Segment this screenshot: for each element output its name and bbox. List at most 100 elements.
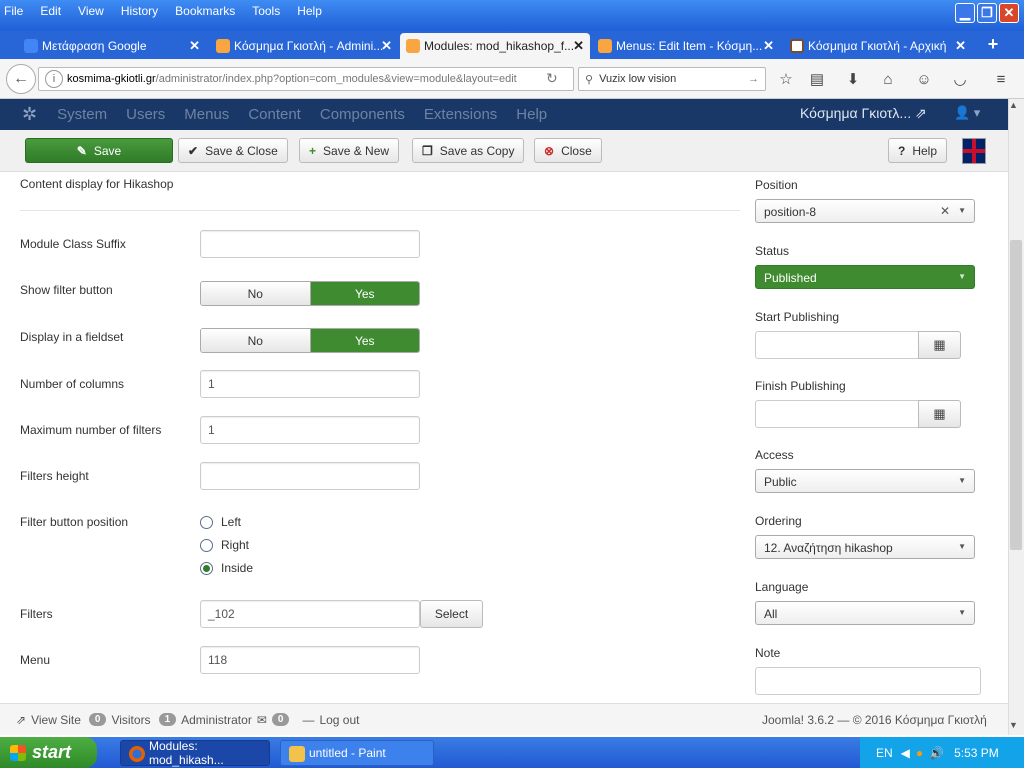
columns-input[interactable]: 1 xyxy=(200,370,420,398)
menu-input[interactable]: 118 xyxy=(200,646,420,674)
status-select[interactable]: Published ▼ xyxy=(755,265,975,289)
admin-menu-content[interactable]: Content xyxy=(248,106,301,123)
scrollbar-thumb[interactable] xyxy=(1010,240,1022,550)
administrator-link[interactable]: 1 Administrator xyxy=(158,713,252,727)
max-filters-input[interactable]: 1 xyxy=(200,416,420,444)
fieldset-no[interactable]: No xyxy=(201,329,311,352)
ordering-select[interactable]: 12. Αναζήτηση hikashop ▼ xyxy=(755,535,975,559)
visitors-link[interactable]: 0 Visitors xyxy=(88,713,151,727)
access-select[interactable]: Public ▼ xyxy=(755,469,975,493)
tab-site-home[interactable]: Κόσμημα Γκιοτλή - Αρχική ✕ xyxy=(784,33,972,59)
finish-publishing-input[interactable] xyxy=(755,400,920,428)
filters-select-button[interactable]: Select xyxy=(420,600,483,628)
start-button[interactable]: start xyxy=(0,737,97,768)
language-flag-icon[interactable] xyxy=(962,138,986,164)
download-icon[interactable]: ⬇ xyxy=(842,68,864,90)
emoji-icon[interactable]: ☺ xyxy=(913,68,935,90)
tab-admin[interactable]: Κόσμημα Γκιοτλή - Admini... ✕ xyxy=(210,33,398,59)
site-name-link[interactable]: Κόσμημα Γκιοτλ... ⇗ xyxy=(800,105,927,122)
close-icon[interactable]: ✕ xyxy=(189,38,200,54)
button-position-label: Filter button position xyxy=(20,515,129,529)
help-button[interactable]: ? Help xyxy=(888,138,948,163)
save-new-button[interactable]: + Save & New xyxy=(299,138,400,163)
search-go-icon[interactable]: → xyxy=(748,73,759,85)
menu-help[interactable]: Help xyxy=(297,4,322,18)
radio-inside[interactable]: Inside xyxy=(200,561,253,575)
new-tab-button[interactable]: + xyxy=(982,31,1004,57)
show-filter-no[interactable]: No xyxy=(201,282,311,305)
bookmark-star-icon[interactable]: ☆ xyxy=(775,68,797,90)
calendar-icon[interactable]: ▦ xyxy=(918,331,961,359)
info-icon[interactable]: i xyxy=(45,70,63,88)
close-icon[interactable]: ✕ xyxy=(955,38,966,54)
pocket-icon[interactable]: ◡ xyxy=(949,68,971,90)
taskbar-paint[interactable]: untitled - Paint xyxy=(280,740,434,766)
chevron-down-icon: ▼ xyxy=(958,542,966,551)
calendar-icon[interactable]: ▦ xyxy=(918,400,961,428)
close-icon[interactable]: ✕ xyxy=(573,38,584,54)
menu-file[interactable]: File xyxy=(4,4,23,18)
radio-right[interactable]: Right xyxy=(200,538,249,552)
close-icon[interactable]: ✕ xyxy=(381,38,392,54)
position-select[interactable]: position-8 ✕ ▼ xyxy=(755,199,975,223)
radio-circle-checked[interactable] xyxy=(200,561,213,575)
language-select[interactable]: All ▼ xyxy=(755,601,975,625)
taskbar-firefox[interactable]: Modules: mod_hikash... xyxy=(120,739,270,767)
fieldset-yes[interactable]: Yes xyxy=(310,329,419,352)
radio-circle[interactable] xyxy=(200,538,213,552)
home-icon[interactable]: ⌂ xyxy=(877,68,899,90)
filters-input[interactable]: _102 xyxy=(200,600,420,628)
menu-history[interactable]: History xyxy=(121,4,158,18)
filters-height-input[interactable] xyxy=(200,462,420,490)
status-label: Status xyxy=(755,244,790,258)
admin-menu-users[interactable]: Users xyxy=(126,106,165,123)
tab-modules-active[interactable]: Modules: mod_hikashop_f... ✕ xyxy=(400,33,590,59)
show-filter-yes[interactable]: Yes xyxy=(310,282,419,305)
tab-google-translate[interactable]: Μετάφραση Google ✕ xyxy=(18,33,206,59)
tray-app-icon[interactable]: ● xyxy=(916,746,923,760)
user-menu-icon[interactable]: 👤 ▾ xyxy=(954,105,980,121)
radio-left[interactable]: Left xyxy=(200,515,241,529)
close-button[interactable]: ⊗ Close xyxy=(534,138,602,163)
save-button[interactable]: ✎ Save xyxy=(25,138,173,163)
scroll-up-icon[interactable]: ▲ xyxy=(1009,100,1018,110)
admin-menu-system[interactable]: System xyxy=(57,106,107,123)
joomla-logo-icon[interactable]: ✲ xyxy=(22,104,37,125)
class-suffix-input[interactable] xyxy=(200,230,420,258)
start-publishing-label: Start Publishing xyxy=(755,310,840,324)
start-publishing-input[interactable] xyxy=(755,331,920,359)
reload-icon[interactable]: ↻ xyxy=(546,70,558,87)
clear-icon[interactable]: ✕ xyxy=(940,204,950,218)
window-close-button[interactable]: ✕ xyxy=(999,3,1019,23)
radio-circle[interactable] xyxy=(200,515,213,529)
position-label: Position xyxy=(755,178,798,192)
volume-icon[interactable]: 🔊 xyxy=(929,746,944,760)
max-filters-label: Maximum number of filters xyxy=(20,423,162,437)
language-indicator[interactable]: EN xyxy=(876,746,893,760)
menu-tools[interactable]: Tools xyxy=(252,4,280,18)
url-bar[interactable]: i kosmima-gkiotli.gr/administrator/index… xyxy=(38,67,574,91)
messages-link[interactable]: ✉ 0 xyxy=(257,713,295,727)
scroll-down-icon[interactable]: ▼ xyxy=(1009,720,1018,730)
admin-menu-menus[interactable]: Menus xyxy=(184,106,229,123)
save-close-button[interactable]: ✔ Save & Close xyxy=(178,138,288,163)
tab-menus-edit[interactable]: Menus: Edit Item - Κόσμη... ✕ xyxy=(592,33,780,59)
search-bar[interactable]: ⚲ Vuzix low vision → xyxy=(578,67,766,91)
maximize-button[interactable]: ❐ xyxy=(977,3,997,23)
note-input[interactable] xyxy=(755,667,981,695)
admin-menu-extensions[interactable]: Extensions xyxy=(424,106,497,123)
tray-arrow-icon[interactable]: ◀ xyxy=(901,746,910,760)
logout-link[interactable]: — Log out xyxy=(302,713,359,727)
view-site-link[interactable]: ⇗ View Site xyxy=(16,713,81,727)
menu-view[interactable]: View xyxy=(78,4,104,18)
close-icon[interactable]: ✕ xyxy=(763,38,774,54)
menu-edit[interactable]: Edit xyxy=(40,4,61,18)
save-copy-button[interactable]: ❐ Save as Copy xyxy=(412,138,525,163)
admin-menu-help[interactable]: Help xyxy=(516,106,547,123)
hamburger-menu-icon[interactable]: ≡ xyxy=(990,68,1012,90)
minimize-button[interactable]: ▁ xyxy=(955,3,975,23)
menu-bookmarks[interactable]: Bookmarks xyxy=(175,4,235,18)
back-button[interactable]: ← xyxy=(6,64,36,94)
admin-menu-components[interactable]: Components xyxy=(320,106,405,123)
reading-list-icon[interactable]: ▤ xyxy=(806,68,828,90)
